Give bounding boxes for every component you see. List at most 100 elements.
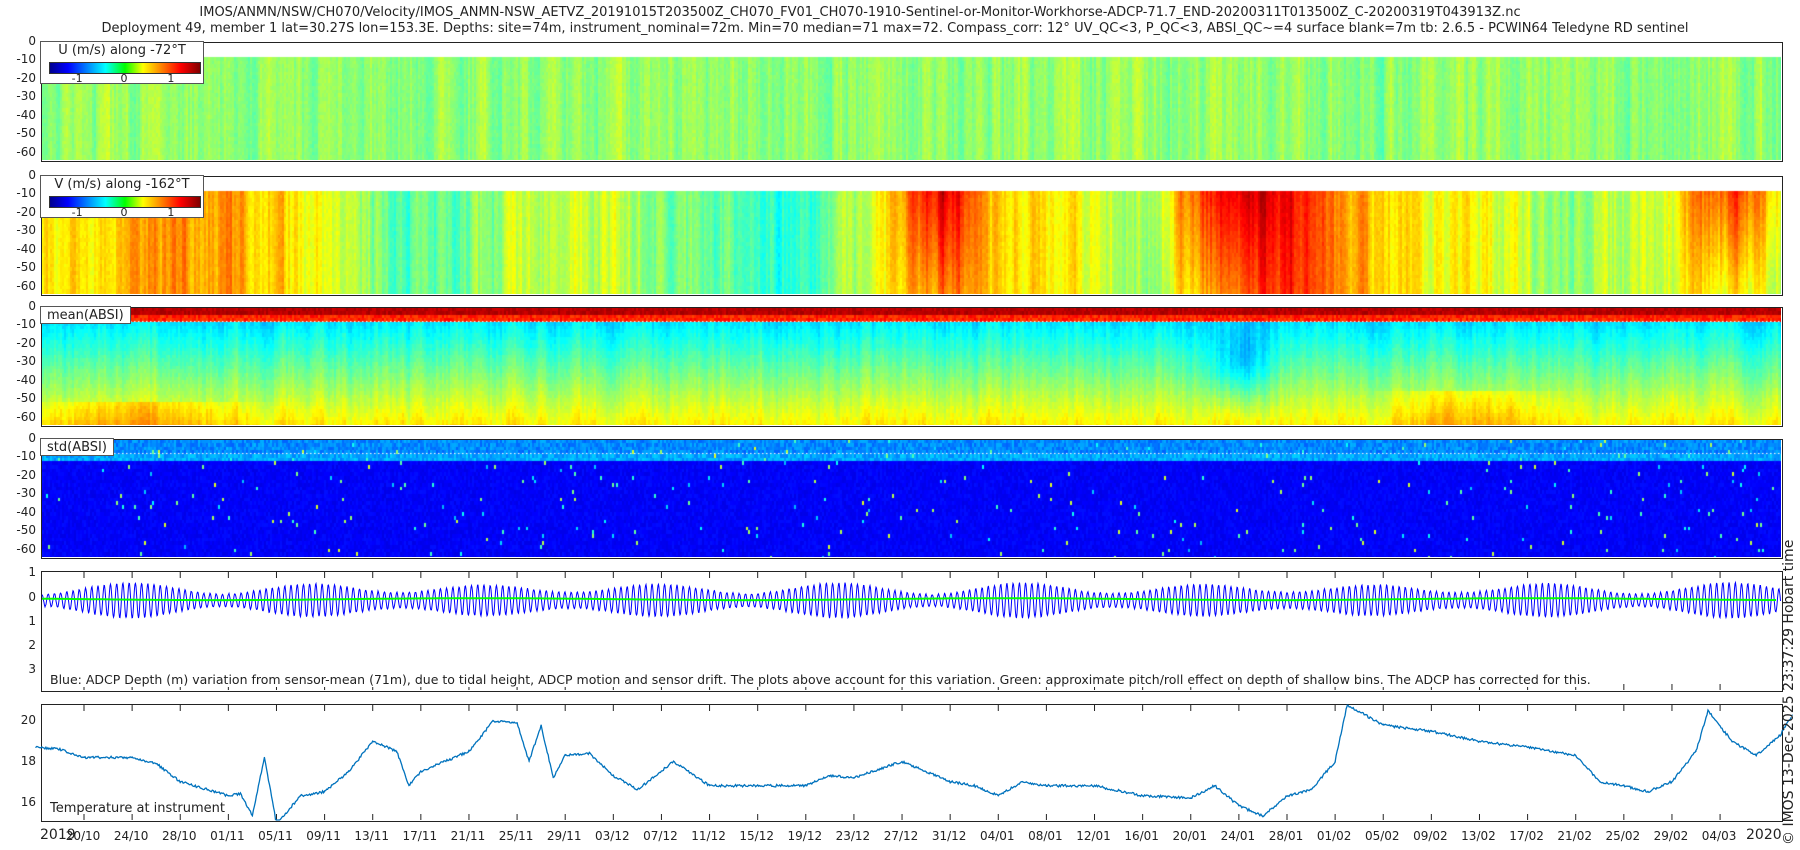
y-tick-label: -60 bbox=[16, 278, 36, 293]
panel-temperature: Temperature at instrument bbox=[35, 704, 1793, 822]
y-tick-label: 0 bbox=[28, 299, 36, 313]
y-tick-label: 0 bbox=[28, 431, 36, 445]
y-tick-label: 16 bbox=[20, 795, 36, 810]
temperature-point bbox=[1142, 795, 1144, 797]
series-temperature bbox=[35, 704, 1792, 821]
y-tick-label: -20 bbox=[16, 467, 36, 482]
temperature-point bbox=[1599, 781, 1601, 783]
x-tick-label: 25/02 bbox=[1605, 829, 1641, 843]
y-tick-label: -20 bbox=[16, 70, 36, 85]
temperature-point bbox=[155, 762, 157, 765]
y-tick-label: -30 bbox=[16, 89, 36, 104]
x-axis-year-end: 2020 bbox=[1746, 827, 1782, 843]
x-tick-label: 01/02 bbox=[1316, 829, 1352, 843]
temperature-point bbox=[396, 750, 398, 753]
y-tick-label: -30 bbox=[16, 354, 36, 369]
x-tick-label: 23/12 bbox=[835, 829, 871, 843]
colorbar-tick-label: -1 bbox=[71, 72, 83, 85]
temperature-point bbox=[636, 789, 638, 791]
y-tick-label: 3 bbox=[28, 662, 36, 677]
copyright-timestamp: © IMOS 13-Dec-2025 23:37:29 Hobart time bbox=[1781, 539, 1797, 845]
temperature-point bbox=[59, 748, 61, 750]
temperature-point bbox=[1310, 789, 1312, 791]
x-tick-label: 20/01 bbox=[1172, 829, 1208, 843]
panel-std: std(ABSI) bbox=[40, 438, 1783, 559]
y-tick-label: -10 bbox=[16, 449, 36, 464]
colorbar-tick-label: 1 bbox=[167, 72, 175, 85]
x-tick-label: 29/02 bbox=[1653, 829, 1689, 843]
x-tick-label: 13/02 bbox=[1461, 829, 1496, 843]
temperature-point bbox=[1671, 781, 1673, 783]
y-tick-label: 1 bbox=[28, 613, 36, 628]
y-tick-label: -10 bbox=[16, 317, 36, 332]
y-tick-label: 1 bbox=[28, 565, 36, 580]
y-tick-label: -20 bbox=[16, 204, 36, 219]
temperature-point bbox=[552, 777, 554, 779]
temperature-point bbox=[708, 785, 711, 787]
legend-title: mean(ABSI) bbox=[47, 308, 124, 323]
x-tick-label: 11/12 bbox=[691, 829, 726, 843]
y-tick-label: -30 bbox=[16, 486, 36, 501]
figure-title-filename: IMOS/ANMN/NSW/CH070/Velocity/IMOS_ANMN-N… bbox=[199, 5, 1521, 20]
temperature-point bbox=[1478, 740, 1481, 742]
figure-subtitle-deployment: Deployment 49, member 1 lat=30.27S lon=1… bbox=[101, 21, 1689, 36]
temperature-point bbox=[1382, 724, 1384, 726]
x-tick-label: 15/12 bbox=[739, 829, 774, 843]
temperature-point bbox=[492, 720, 494, 722]
temperature-point bbox=[468, 750, 470, 753]
temperature-point bbox=[612, 775, 614, 777]
temperature-point bbox=[1430, 730, 1432, 732]
temperature-point bbox=[672, 760, 675, 763]
heatmap-v bbox=[42, 177, 1781, 294]
panel-depth: Blue: ADCP Depth (m) variation from sens… bbox=[41, 571, 1783, 692]
temperature-point bbox=[757, 785, 759, 787]
y-tick-label: -50 bbox=[16, 260, 36, 275]
x-tick-label: 08/01 bbox=[1028, 829, 1063, 843]
x-tick-label: 05/11 bbox=[258, 829, 293, 843]
temperature-point bbox=[251, 815, 254, 817]
y-tick-label: 20 bbox=[20, 712, 36, 727]
x-tick-label: 05/02 bbox=[1364, 829, 1400, 843]
x-tick-label: 29/11 bbox=[546, 829, 582, 843]
temperature-point bbox=[1190, 797, 1192, 799]
legend-std: std(ABSI) bbox=[40, 438, 114, 456]
y-tick-label: -40 bbox=[16, 372, 36, 387]
y-tick-label: -60 bbox=[16, 409, 36, 424]
y-tick-label: -60 bbox=[16, 144, 36, 159]
legend-u: U (m/s) along -72°T -1 0 1 bbox=[40, 41, 204, 85]
legend-title: std(ABSI) bbox=[47, 440, 107, 455]
temperature-point bbox=[83, 756, 85, 759]
temperature-point bbox=[1731, 740, 1733, 742]
temperature-point bbox=[408, 785, 410, 787]
temperature-point bbox=[949, 781, 951, 783]
x-tick-label: 17/02 bbox=[1509, 829, 1544, 843]
temperature-point bbox=[1093, 785, 1096, 787]
temperature-point bbox=[1021, 781, 1023, 783]
x-tick-label: 19/12 bbox=[787, 829, 823, 843]
temperature-point bbox=[997, 795, 999, 797]
y-tick-label: -10 bbox=[16, 52, 36, 67]
y-tick-label: -30 bbox=[16, 223, 36, 238]
colorbar-tick-label: 0 bbox=[120, 206, 128, 219]
temperature-point bbox=[239, 793, 241, 795]
plot-temperature bbox=[35, 704, 1793, 821]
x-tick-label: 31/12 bbox=[931, 829, 967, 843]
temperature-point bbox=[540, 724, 542, 726]
legend-title: U (m/s) along -72°T bbox=[58, 43, 186, 58]
temperature-point bbox=[853, 777, 855, 779]
x-tick-label: 21/02 bbox=[1557, 829, 1593, 843]
temperature-point bbox=[324, 791, 326, 793]
temperature-point bbox=[35, 746, 37, 748]
temperature-point bbox=[1238, 805, 1240, 807]
temperature-point bbox=[1575, 754, 1577, 757]
x-tick-label: 16/01 bbox=[1124, 829, 1159, 843]
heatmap-mean bbox=[42, 308, 1781, 425]
temperature-point bbox=[372, 740, 374, 742]
temperature-point bbox=[179, 781, 181, 783]
temperature-annotation: Temperature at instrument bbox=[50, 801, 225, 816]
y-tick-label: 2 bbox=[28, 638, 36, 653]
depth-annotation: Blue: ADCP Depth (m) variation from sens… bbox=[50, 672, 1591, 687]
temperature-point bbox=[1755, 754, 1757, 757]
x-tick-label: 01/11 bbox=[210, 829, 245, 843]
y-tick-label: 0 bbox=[28, 168, 36, 182]
